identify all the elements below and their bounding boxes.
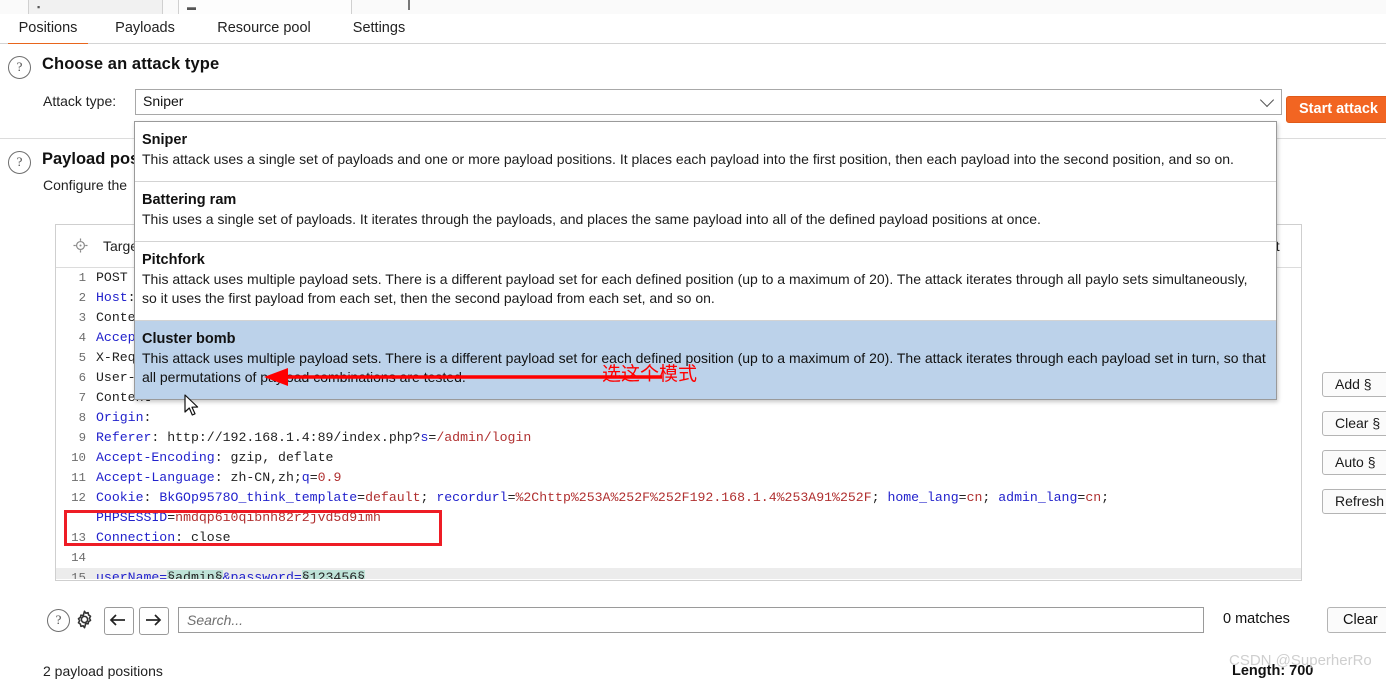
tab-positions[interactable]: Positions <box>8 14 88 45</box>
search-input[interactable]: Search... <box>178 607 1204 633</box>
request-line: 8 Origin: <box>56 408 1301 428</box>
window-tab-strip: ▪ ▬ <box>0 0 1386 18</box>
text-caret <box>408 0 410 10</box>
line-number: 2 <box>78 291 86 305</box>
dropdown-option-description: This attack uses multiple payload sets. … <box>142 350 1266 385</box>
tab-icon-1: ▪ <box>37 2 41 12</box>
dropdown-option-name: Pitchfork <box>142 252 205 268</box>
tab-resource-pool[interactable]: Resource pool <box>196 14 332 43</box>
dropdown-option-battering-ram[interactable]: Battering ram This uses a single set of p… <box>135 182 1276 242</box>
tab-icon-2: ▬ <box>187 2 196 12</box>
line-text: Accept-Language: zh-CN,zh;q=0.9 <box>96 470 342 485</box>
search-previous-button[interactable] <box>104 607 134 635</box>
line-number: 11 <box>71 471 86 485</box>
dropdown-option-description: This uses a single set of payloads. It i… <box>142 211 1041 227</box>
dropdown-option-description: This attack uses a single set of payload… <box>142 151 1234 167</box>
chevron-down-icon <box>1259 92 1275 108</box>
add-payload-marker-button[interactable]: Add § <box>1322 372 1386 397</box>
arrow-right-icon <box>146 614 162 626</box>
dropdown-option-sniper[interactable]: Sniper This attack uses a single set of p… <box>135 122 1276 182</box>
start-attack-button[interactable]: Start attack <box>1286 96 1386 123</box>
watermark: CSDN @SuperherRo <box>1229 652 1372 669</box>
request-search-bar: ? Search... 0 matches Clear <box>0 599 1386 643</box>
target-crosshair-icon <box>73 238 88 253</box>
line-text: Cookie: BkGOp9578O_think_template=defaul… <box>96 490 1110 505</box>
line-number: 12 <box>71 491 86 505</box>
help-icon[interactable]: ? <box>8 56 31 79</box>
line-number: 6 <box>78 371 86 385</box>
line-number: 7 <box>78 391 86 405</box>
dropdown-option-pitchfork[interactable]: Pitchfork This attack uses multiple paylo… <box>135 242 1276 321</box>
auto-payload-markers-button[interactable]: Auto § <box>1322 450 1386 475</box>
search-matches-count: 0 matches <box>1223 611 1290 627</box>
search-clear-button[interactable]: Clear <box>1327 607 1386 633</box>
refresh-button[interactable]: Refresh <box>1322 489 1386 514</box>
line-number: 1 <box>78 271 86 285</box>
section-title-attack-type: Choose an attack type <box>42 55 220 73</box>
line-text: Origin: <box>96 410 152 425</box>
line-number: 5 <box>78 351 86 365</box>
search-help-icon[interactable]: ? <box>47 609 70 632</box>
help-icon-payload[interactable]: ? <box>8 151 31 174</box>
request-line: 14 <box>56 548 1301 568</box>
line-number: 10 <box>71 451 86 465</box>
attack-type-select[interactable]: Sniper <box>135 89 1282 115</box>
line-text: userName=§admin§&password=§123456§ <box>96 568 366 579</box>
dropdown-option-cluster-bomb[interactable]: Cluster bomb This attack uses multiple pa… <box>135 321 1276 399</box>
line-text: Accept-Encoding: gzip, deflate <box>96 450 334 465</box>
attack-type-label: Attack type: <box>43 93 117 109</box>
attack-type-dropdown[interactable]: Sniper This attack uses a single set of p… <box>134 121 1277 400</box>
intruder-tab-bar: Positions Payloads Resource pool Setting… <box>0 14 1386 45</box>
dropdown-option-description: This attack uses multiple payload sets. … <box>142 271 1248 306</box>
request-line: 15 userName=§admin§&password=§123456§ <box>56 568 1301 579</box>
line-number: 9 <box>78 431 86 445</box>
clear-payload-markers-button[interactable]: Clear § <box>1322 411 1386 436</box>
line-number: 4 <box>78 331 86 345</box>
line-number: 8 <box>78 411 86 425</box>
line-number: 14 <box>71 551 86 565</box>
search-next-button[interactable] <box>139 607 169 635</box>
line-number: 3 <box>78 311 86 325</box>
annotation-text: 选这个模式 <box>602 363 698 385</box>
request-line: 9 Referer: http://192.168.1.4:89/index.ph… <box>56 428 1301 448</box>
request-line: 12 Cookie: BkGOp9578O_think_template=defa… <box>56 488 1301 508</box>
dropdown-option-name: Sniper <box>142 132 188 148</box>
line-number: 15 <box>71 571 86 579</box>
payload-line-highlight-box <box>64 510 442 546</box>
line-text: Referer: http://192.168.1.4:89/index.php… <box>96 430 532 445</box>
payload-positions-description: Configure the <box>43 177 128 193</box>
mouse-cursor <box>184 394 199 416</box>
tab-payloads[interactable]: Payloads <box>108 14 182 43</box>
attack-type-value: Sniper <box>143 93 184 109</box>
request-line: 11 Accept-Language: zh-CN,zh;q=0.9 <box>56 468 1301 488</box>
dropdown-option-name: Cluster bomb <box>142 331 236 347</box>
request-line: 10 Accept-Encoding: gzip, deflate <box>56 448 1301 468</box>
arrow-left-icon <box>109 614 125 626</box>
search-placeholder: Search... <box>187 612 244 628</box>
dropdown-option-name: Battering ram <box>142 192 237 208</box>
tab-settings[interactable]: Settings <box>346 14 412 43</box>
gear-icon[interactable] <box>74 609 95 630</box>
